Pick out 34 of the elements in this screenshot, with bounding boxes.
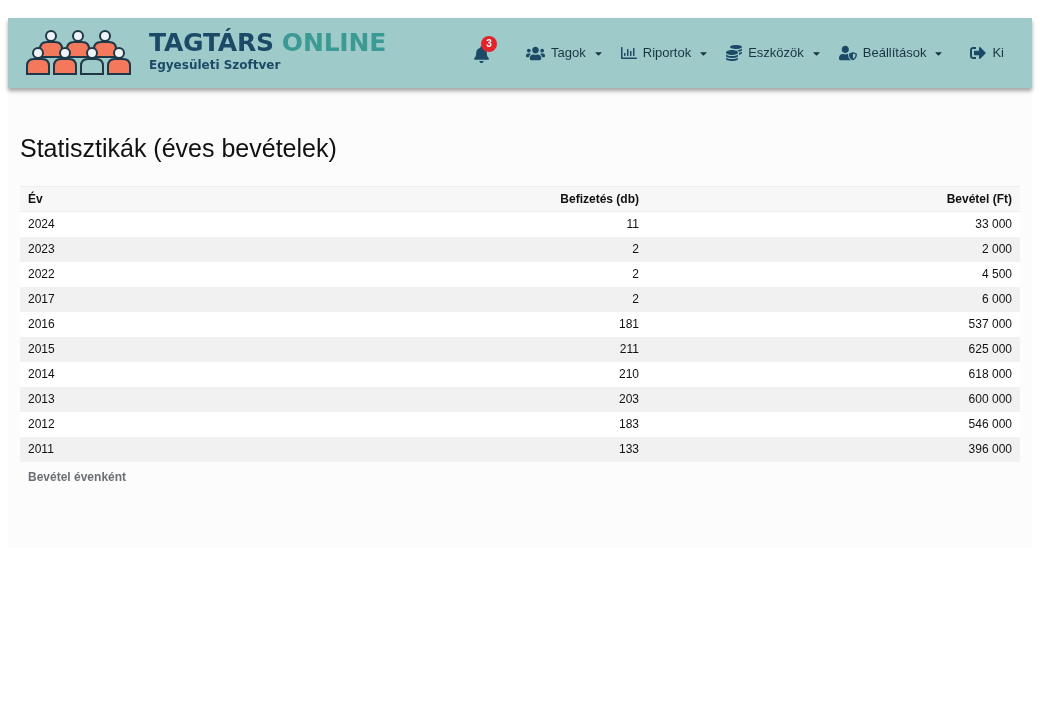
table-cell: 625 000 xyxy=(647,336,1020,362)
table-cell: 2 xyxy=(333,236,647,262)
column-header: Befizetés (db) xyxy=(333,186,647,212)
column-header: Bevétel (Ft) xyxy=(647,186,1020,212)
table-cell: 2011 xyxy=(20,436,333,462)
nav-menu-item[interactable]: Beállítások xyxy=(838,40,945,66)
brand-name: TAGTÁRS xyxy=(149,29,274,56)
page-title: Statisztikák (éves bevételek) xyxy=(20,134,338,162)
bar-chart-icon xyxy=(620,45,637,61)
nav-menu-item[interactable]: Tagok xyxy=(526,39,604,67)
brand-tagline: Egyesületi Szoftver xyxy=(149,58,281,73)
nav-menu-item[interactable]: Riportok xyxy=(620,41,710,65)
notification-count-badge: 3 xyxy=(481,36,498,52)
column-header: Év xyxy=(20,186,333,212)
table-cell: 2023 xyxy=(20,236,333,262)
table-cell: 2013 xyxy=(20,386,333,412)
brand-name-accent: ONLINE xyxy=(281,29,387,56)
table-cell: 203 xyxy=(333,386,647,412)
table-cell: 2 000 xyxy=(647,236,1020,262)
table-caption: Bevétel évenként xyxy=(27,468,128,486)
table-cell: 600 000 xyxy=(647,386,1020,412)
logout-icon xyxy=(970,45,987,61)
table-cell: 133 xyxy=(333,436,647,462)
nav-link[interactable]: Ki xyxy=(970,41,1004,65)
bell-icon xyxy=(472,45,490,63)
nav-menu-item[interactable]: Eszközök xyxy=(726,41,822,65)
table-cell: 211 xyxy=(333,336,647,362)
table-cell: 2015 xyxy=(20,336,333,362)
table-cell: 2 xyxy=(333,286,647,312)
table-cell: 2017 xyxy=(20,286,333,312)
table-cell: 396 000 xyxy=(647,436,1020,462)
table-cell: 6 000 xyxy=(647,286,1020,312)
user-shield-icon xyxy=(838,44,857,62)
coins-icon xyxy=(726,45,743,61)
